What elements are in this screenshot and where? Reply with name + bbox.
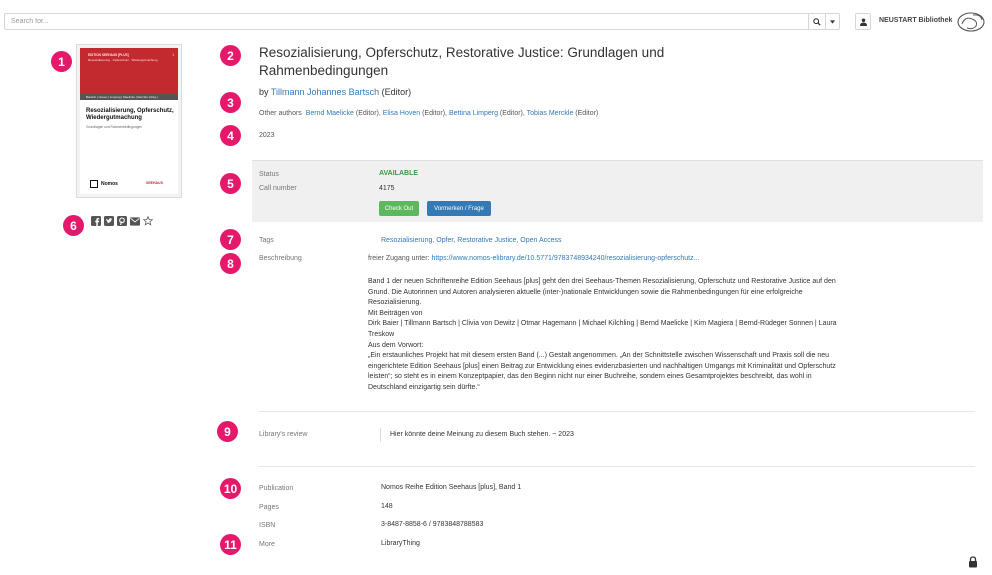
- other-author-link[interactable]: Bernd Maelicke: [306, 110, 354, 117]
- description-paragraph: Band 1 der neuen Schriftenreihe Edition …: [368, 278, 836, 307]
- other-author-role: (Editor),: [499, 110, 525, 117]
- marker-6: 6: [63, 215, 84, 236]
- tags-link[interactable]: Resozialisierung, Opfer, Restorative Jus…: [381, 237, 562, 244]
- review-label: Library's review: [259, 431, 308, 438]
- cover-tagline: Resozialisierung · Opferschutz · Wiederg…: [88, 58, 158, 62]
- isbn-value: 3-8487-8858-6 / 9783848788583: [381, 521, 484, 528]
- divider: [259, 466, 975, 467]
- check-out-button[interactable]: Check Out: [379, 201, 419, 216]
- other-authors-label: Other authors: [259, 110, 302, 117]
- user-icon: [859, 18, 867, 26]
- holding-panel: Status AVAILABLE Call number 4175 Check …: [252, 160, 983, 222]
- tags-label: Tags: [259, 237, 274, 244]
- cover-number: 1: [172, 53, 174, 57]
- user-account-button[interactable]: [855, 13, 871, 30]
- top-bar: NEUSTART Bibliothek: [0, 0, 992, 42]
- library-name[interactable]: NEUSTART Bibliothek: [879, 17, 952, 24]
- marker-4: 4: [220, 125, 241, 146]
- book-cover[interactable]: EDITION SEEHAUS [PLUS] 1 Resozialisierun…: [76, 44, 182, 198]
- twitter-icon[interactable]: [104, 216, 114, 226]
- more-label: More: [259, 541, 275, 548]
- other-author-link[interactable]: Bettina Limperg: [449, 110, 498, 117]
- free-access-prefix: freier Zugang unter:: [368, 255, 430, 262]
- status-badge: AVAILABLE: [379, 170, 419, 177]
- cover-series: EDITION SEEHAUS [PLUS]: [88, 53, 129, 57]
- librarything-link[interactable]: LibraryThing: [381, 540, 420, 547]
- cover-title: Resozialisierung, Opferschutz, Wiedergut…: [86, 108, 174, 121]
- free-access-link[interactable]: https://www.nomos-elibrary.de/10.5771/97…: [431, 255, 699, 262]
- search-button[interactable]: [808, 13, 826, 30]
- by-prefix: by: [259, 87, 269, 97]
- cover-subtitle: Grundlagen und Rahmenbedingungen: [86, 125, 143, 129]
- main-author-role: (Editor): [381, 87, 412, 97]
- cover-image: EDITION SEEHAUS [PLUS] 1 Resozialisierun…: [80, 48, 178, 194]
- email-icon[interactable]: [130, 216, 140, 226]
- other-authors-line: Other authors Bernd Maelicke (Editor), E…: [259, 110, 598, 117]
- nomos-logo-icon: [90, 180, 98, 188]
- free-access-line: freier Zugang unter: https://www.nomos-e…: [368, 255, 699, 262]
- search-input[interactable]: [4, 13, 810, 30]
- other-author-link[interactable]: Elisa Hoven: [383, 110, 420, 117]
- cover-publisher: Nomos: [90, 180, 118, 188]
- description-label: Beschreibung: [259, 255, 302, 262]
- share-bar: [91, 215, 153, 226]
- lock-icon[interactable]: [968, 556, 978, 568]
- other-author-role: (Editor),: [355, 110, 381, 117]
- pages-label: Pages: [259, 504, 279, 511]
- publication-year: 2023: [259, 132, 275, 139]
- status-label: Status: [259, 171, 279, 178]
- marker-8: 8: [220, 253, 241, 274]
- marker-5: 5: [220, 173, 241, 194]
- description-paragraph: Mit Beiträgen von: [368, 309, 423, 317]
- description-text: Band 1 der neuen Schriftenreihe Edition …: [368, 277, 838, 394]
- reserve-button[interactable]: Vormerken / Frage: [427, 201, 491, 216]
- pages-value: 148: [381, 503, 393, 510]
- pinterest-icon[interactable]: [117, 216, 127, 226]
- library-logo[interactable]: [956, 11, 986, 33]
- main-author-line: by Tillmann Johannes Bartsch (Editor): [259, 87, 411, 97]
- description-paragraph: „Ein erstaunliches Projekt hat mit diese…: [368, 352, 836, 391]
- marker-2: 2: [220, 45, 241, 66]
- publication-label: Publication: [259, 485, 294, 492]
- other-author-link[interactable]: Tobias Merckle: [527, 110, 574, 117]
- call-number-value: 4175: [379, 185, 395, 192]
- marker-3: 3: [220, 92, 241, 113]
- description-paragraph: Dirk Baier | Tillmann Bartsch | Clivia v…: [368, 320, 837, 338]
- cover-publisher-name: Nomos: [101, 181, 118, 187]
- cover-partner: SEEHAUS: [146, 181, 163, 185]
- description-paragraph: Aus dem Vorwort:: [368, 341, 424, 349]
- book-title: Resozialisierung, Opferschutz, Restorati…: [259, 45, 665, 78]
- cover-authors: Bartsch | Hoven | Limperg | Maelicke | M…: [86, 95, 158, 99]
- caret-down-icon: [830, 19, 835, 24]
- marker-11: 11: [220, 534, 241, 555]
- search-options-button[interactable]: [826, 13, 840, 30]
- facebook-icon[interactable]: [91, 216, 101, 226]
- marker-10: 10: [220, 478, 241, 499]
- marker-7: 7: [220, 229, 241, 250]
- publication-value: Nomos Reihe Edition Seehaus [plus], Band…: [381, 484, 522, 491]
- main-author-link[interactable]: Tillmann Johannes Bartsch: [271, 87, 379, 97]
- star-icon[interactable]: [143, 215, 153, 226]
- isbn-label: ISBN: [259, 522, 276, 529]
- other-author-role: (Editor): [575, 110, 599, 117]
- other-author-role: (Editor),: [422, 110, 447, 117]
- marker-1: 1: [51, 51, 72, 72]
- search-icon: [813, 17, 821, 26]
- review-text: Hier könnte deine Meinung zu diesem Buch…: [380, 428, 574, 442]
- divider: [259, 411, 975, 412]
- marker-9: 9: [217, 421, 238, 442]
- call-number-label: Call number: [259, 185, 297, 192]
